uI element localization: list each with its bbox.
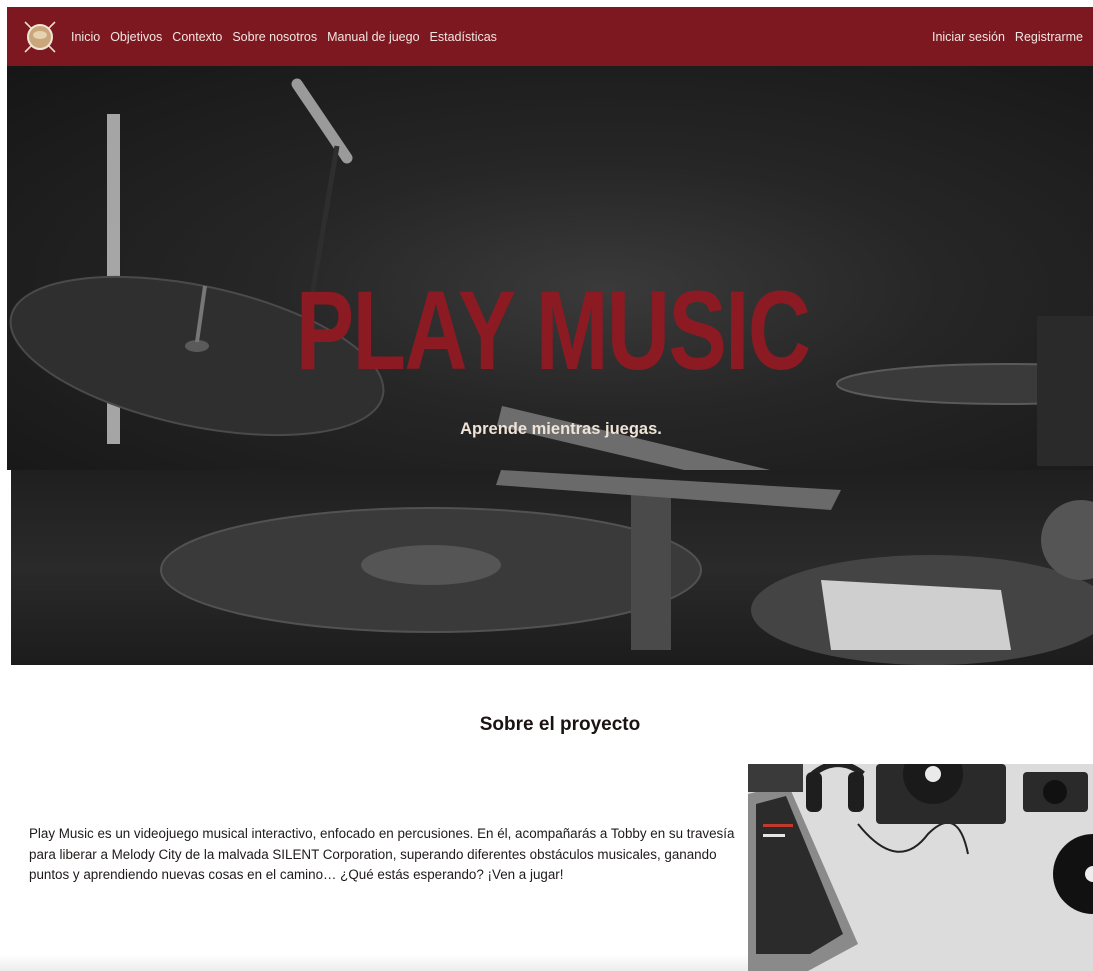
- footer-shadow: [0, 955, 748, 971]
- nav-link-objetivos[interactable]: Objetivos: [110, 30, 162, 44]
- top-navbar: Inicio Objetivos Contexto Sobre nosotros…: [7, 7, 1093, 66]
- hero-title: PLAY MUSIC: [295, 268, 811, 393]
- drum-kit-lower-image: [160, 470, 1093, 665]
- nav-link-sobre-nosotros[interactable]: Sobre nosotros: [232, 30, 317, 44]
- about-heading: Sobre el proyecto: [479, 714, 641, 735]
- nav-link-contexto[interactable]: Contexto: [172, 30, 222, 44]
- desk-photo-image: [748, 764, 1093, 971]
- hero-subtitle: Aprende mientras juegas.: [460, 420, 662, 438]
- drum-logo-icon[interactable]: [23, 20, 57, 54]
- nav-link-estadisticas[interactable]: Estadísticas: [430, 30, 497, 44]
- about-description: Play Music es un videojuego musical inte…: [29, 826, 735, 882]
- login-link[interactable]: Iniciar sesión: [932, 30, 1005, 44]
- about-photo: [748, 764, 1093, 971]
- hero-banner: PLAY MUSIC Aprende mientras juegas.: [7, 66, 1093, 470]
- register-link[interactable]: Registrarme: [1015, 30, 1083, 44]
- nav-link-inicio[interactable]: Inicio: [71, 30, 100, 44]
- nav-link-manual-de-juego[interactable]: Manual de juego: [327, 30, 419, 44]
- auth-links: Iniciar sesión Registrarme: [932, 30, 1083, 44]
- nav-links: Inicio Objetivos Contexto Sobre nosotros…: [71, 30, 497, 44]
- hero-banner-lower: [11, 470, 1093, 665]
